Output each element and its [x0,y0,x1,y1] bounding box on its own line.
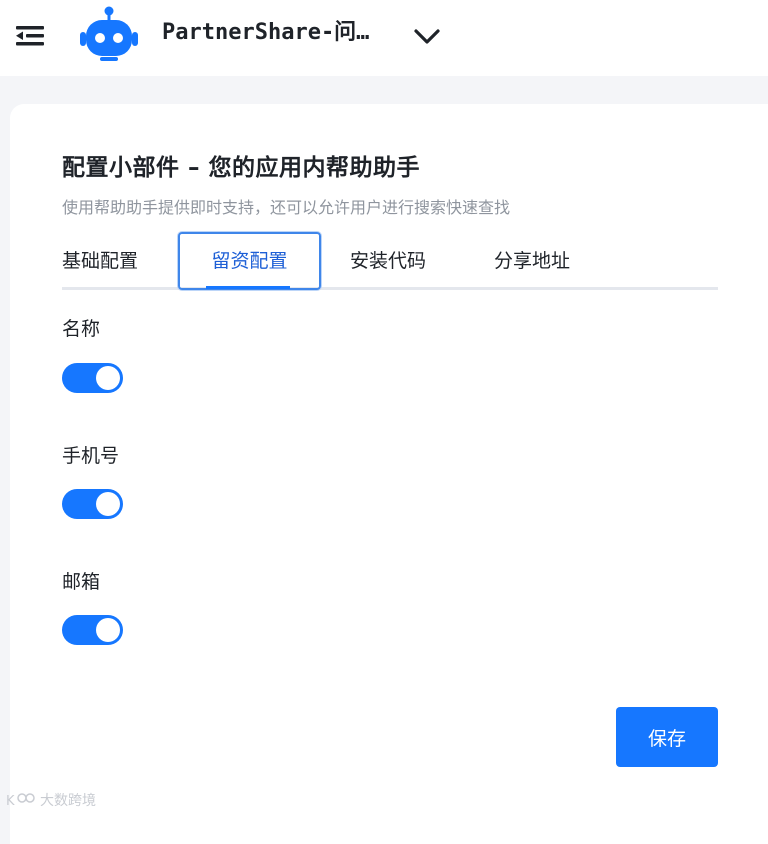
field-label-email: 邮箱 [62,571,101,593]
save-button[interactable]: 保存 [616,707,718,767]
watermark: K 大数跨境 [6,790,96,810]
tab-lead-config[interactable]: 留资配置 [178,232,321,290]
toggle-knob [96,618,120,642]
toggle-name[interactable] [62,363,123,393]
toggle-knob [96,366,120,390]
tab-basic-config[interactable]: 基础配置 [62,232,138,290]
app-title: PartnerShare-问… [162,20,370,45]
menu-collapse-icon[interactable] [14,22,48,50]
toggle-phone[interactable] [62,489,123,519]
field-label-phone: 手机号 [62,445,120,467]
tab-share-url[interactable]: 分享地址 [494,232,570,290]
tab-bar: 基础配置 留资配置 安装代码 分享地址 [62,232,718,290]
top-bar: PartnerShare-问… [0,0,768,76]
robot-logo-icon [78,5,140,63]
field-label-name: 名称 [62,318,101,340]
tab-install-code[interactable]: 安装代码 [350,232,426,290]
config-card: 配置小部件 – 您的应用内帮助助手 使用帮助助手提供即时支持，还可以允许用户进行… [10,104,768,844]
toggle-knob [96,492,120,516]
page-subtitle: 使用帮助助手提供即时支持，还可以允许用户进行搜索快速查找 [62,198,511,217]
watermark-text: 大数跨境 [40,793,96,809]
page-title: 配置小部件 – 您的应用内帮助助手 [62,155,421,181]
toggle-email[interactable] [62,615,123,645]
svg-text:K: K [6,794,15,808]
chevron-down-icon[interactable] [412,22,442,50]
watermark-logo-icon: K [6,793,35,808]
active-tab-indicator [206,286,290,289]
